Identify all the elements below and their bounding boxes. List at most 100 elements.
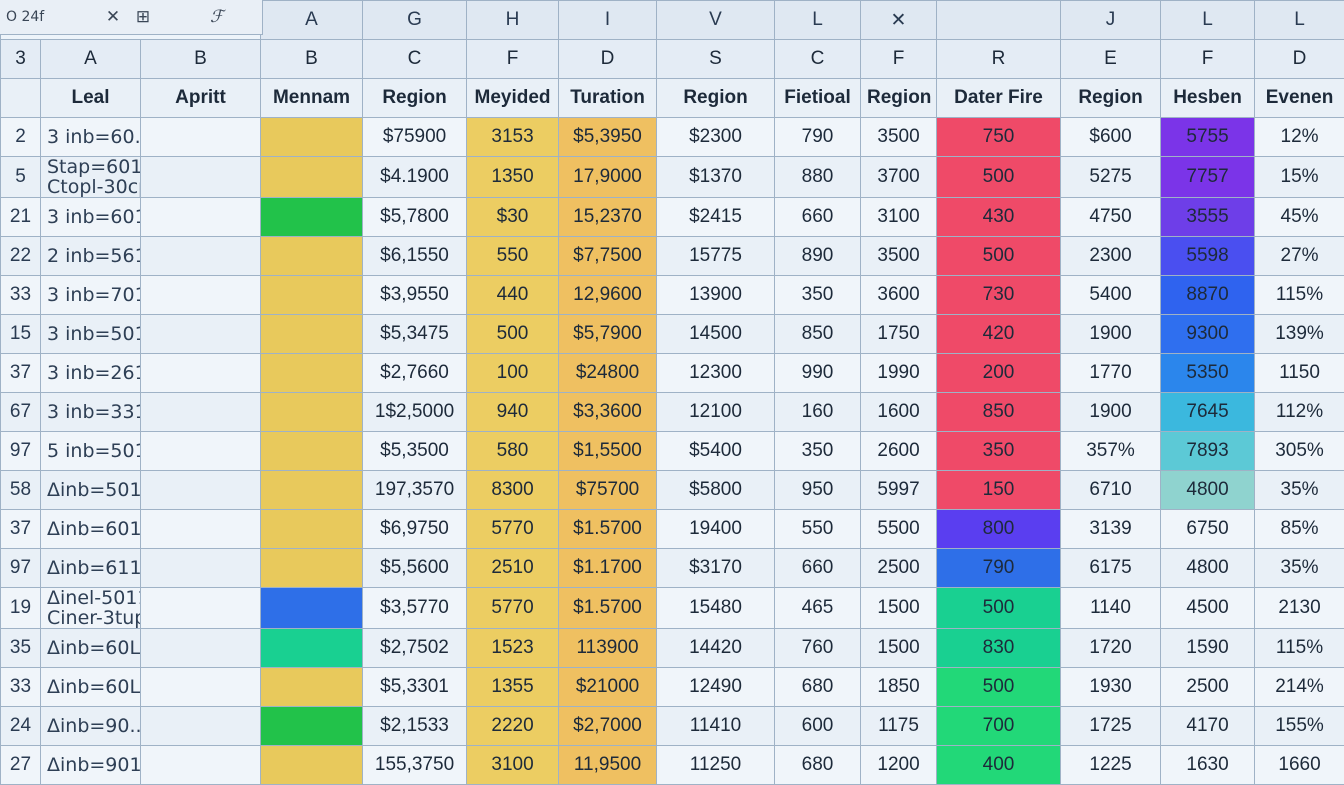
column-subletter[interactable]: F [861,40,937,79]
grid-icon[interactable]: ⊞ [128,7,158,27]
data-cell[interactable]: 12100 [657,393,775,432]
data-cell[interactable]: $2,1533 [363,707,467,746]
empty-cell[interactable] [141,354,261,393]
data-cell[interactable]: $2300 [657,118,775,157]
data-cell[interactable]: 1$2,5000 [363,393,467,432]
row-number[interactable]: 35 [1,629,41,668]
label-cell[interactable]: 3 inb=331.4 [41,393,141,432]
data-cell[interactable]: 214% [1255,668,1344,707]
label-cell[interactable]: 3 inb=601.2 [41,198,141,237]
label-cell[interactable]: Δinb=611.6 [41,549,141,588]
empty-cell[interactable] [141,393,261,432]
label-cell[interactable]: Δinel-5011Ciner-3tup) [41,588,141,629]
data-cell[interactable]: 3100 [861,198,937,237]
data-cell[interactable]: 990 [775,354,861,393]
row-number[interactable]: 37 [1,354,41,393]
data-cell[interactable]: 6750 [1161,510,1255,549]
data-cell[interactable]: 8870 [1161,276,1255,315]
data-cell[interactable]: 197,3570 [363,471,467,510]
column-subletter[interactable]: D [1255,40,1344,79]
data-cell[interactable]: 3700 [861,157,937,198]
empty-cell[interactable] [141,157,261,198]
column-letter[interactable]: J [1061,1,1161,40]
data-cell[interactable]: 600 [775,707,861,746]
data-cell[interactable]: 35% [1255,471,1344,510]
data-cell[interactable]: $5,7900 [559,315,657,354]
data-cell[interactable]: 13900 [657,276,775,315]
empty-cell[interactable] [141,549,261,588]
data-cell[interactable]: 760 [775,629,861,668]
header-cell[interactable]: Leal [41,79,141,118]
data-cell[interactable]: 115% [1255,629,1344,668]
label-cell[interactable]: Δinb=60L.6 [41,668,141,707]
row-number[interactable]: 37 [1,510,41,549]
data-cell[interactable]: 27% [1255,237,1344,276]
data-cell[interactable]: 730 [937,276,1061,315]
data-cell[interactable]: 3600 [861,276,937,315]
data-cell[interactable]: $2415 [657,198,775,237]
data-cell[interactable]: $75700 [559,471,657,510]
data-cell[interactable]: 4500 [1161,588,1255,629]
data-cell[interactable]: $2,7502 [363,629,467,668]
empty-cell[interactable] [141,432,261,471]
data-cell[interactable]: 790 [937,549,1061,588]
data-cell[interactable]: 5400 [1061,276,1161,315]
data-cell[interactable]: 357% [1061,432,1161,471]
data-cell[interactable]: $24800 [559,354,657,393]
column-subletter[interactable]: C [363,40,467,79]
data-cell[interactable]: 3555 [1161,198,1255,237]
header-cell[interactable]: Turation [559,79,657,118]
row-number[interactable]: 97 [1,432,41,471]
data-cell[interactable]: $7,7500 [559,237,657,276]
data-cell[interactable]: 1350 [467,157,559,198]
data-cell[interactable]: 4750 [1061,198,1161,237]
row-number[interactable]: 5 [1,157,41,198]
data-cell[interactable]: $21000 [559,668,657,707]
color-cell[interactable] [261,276,363,315]
data-cell[interactable]: 14420 [657,629,775,668]
data-cell[interactable]: 5275 [1061,157,1161,198]
data-cell[interactable]: 6710 [1061,471,1161,510]
data-cell[interactable]: 1355 [467,668,559,707]
data-cell[interactable]: 155,3750 [363,746,467,785]
data-cell[interactable]: 3100 [467,746,559,785]
data-cell[interactable]: 500 [937,237,1061,276]
data-cell[interactable]: 200 [937,354,1061,393]
select-all-corner[interactable]: 3 [1,40,41,79]
row-number[interactable]: 33 [1,276,41,315]
color-cell[interactable] [261,588,363,629]
data-cell[interactable]: 2300 [1061,237,1161,276]
data-cell[interactable]: 5755 [1161,118,1255,157]
data-cell[interactable]: $30 [467,198,559,237]
data-cell[interactable]: 950 [775,471,861,510]
data-cell[interactable]: 113900 [559,629,657,668]
column-subletter[interactable]: E [1061,40,1161,79]
data-cell[interactable]: 1990 [861,354,937,393]
label-cell[interactable]: Δinb=90..8 [41,707,141,746]
data-cell[interactable]: $5800 [657,471,775,510]
data-cell[interactable]: 400 [937,746,1061,785]
data-cell[interactable]: 1630 [1161,746,1255,785]
label-cell[interactable]: 5 inb=501.4 [41,432,141,471]
header-cell[interactable]: Hesben [1161,79,1255,118]
data-cell[interactable]: $1.5700 [559,588,657,629]
data-cell[interactable]: 830 [937,629,1061,668]
empty-cell[interactable] [141,118,261,157]
data-cell[interactable]: 160 [775,393,861,432]
column-letter[interactable]: A [261,1,363,40]
color-cell[interactable] [261,432,363,471]
data-cell[interactable]: 680 [775,668,861,707]
data-cell[interactable]: 1140 [1061,588,1161,629]
data-cell[interactable]: $3,9550 [363,276,467,315]
data-cell[interactable]: 139% [1255,315,1344,354]
label-cell[interactable]: Δinb=60L.6 [41,629,141,668]
label-cell[interactable]: 3 inb=60.3 [41,118,141,157]
data-cell[interactable]: $3,3600 [559,393,657,432]
data-cell[interactable]: $600 [1061,118,1161,157]
column-subletter[interactable]: F [1161,40,1255,79]
data-cell[interactable]: 1600 [861,393,937,432]
data-cell[interactable]: 5350 [1161,354,1255,393]
data-cell[interactable]: 550 [467,237,559,276]
empty-cell[interactable] [141,276,261,315]
data-cell[interactable]: $1.1700 [559,549,657,588]
